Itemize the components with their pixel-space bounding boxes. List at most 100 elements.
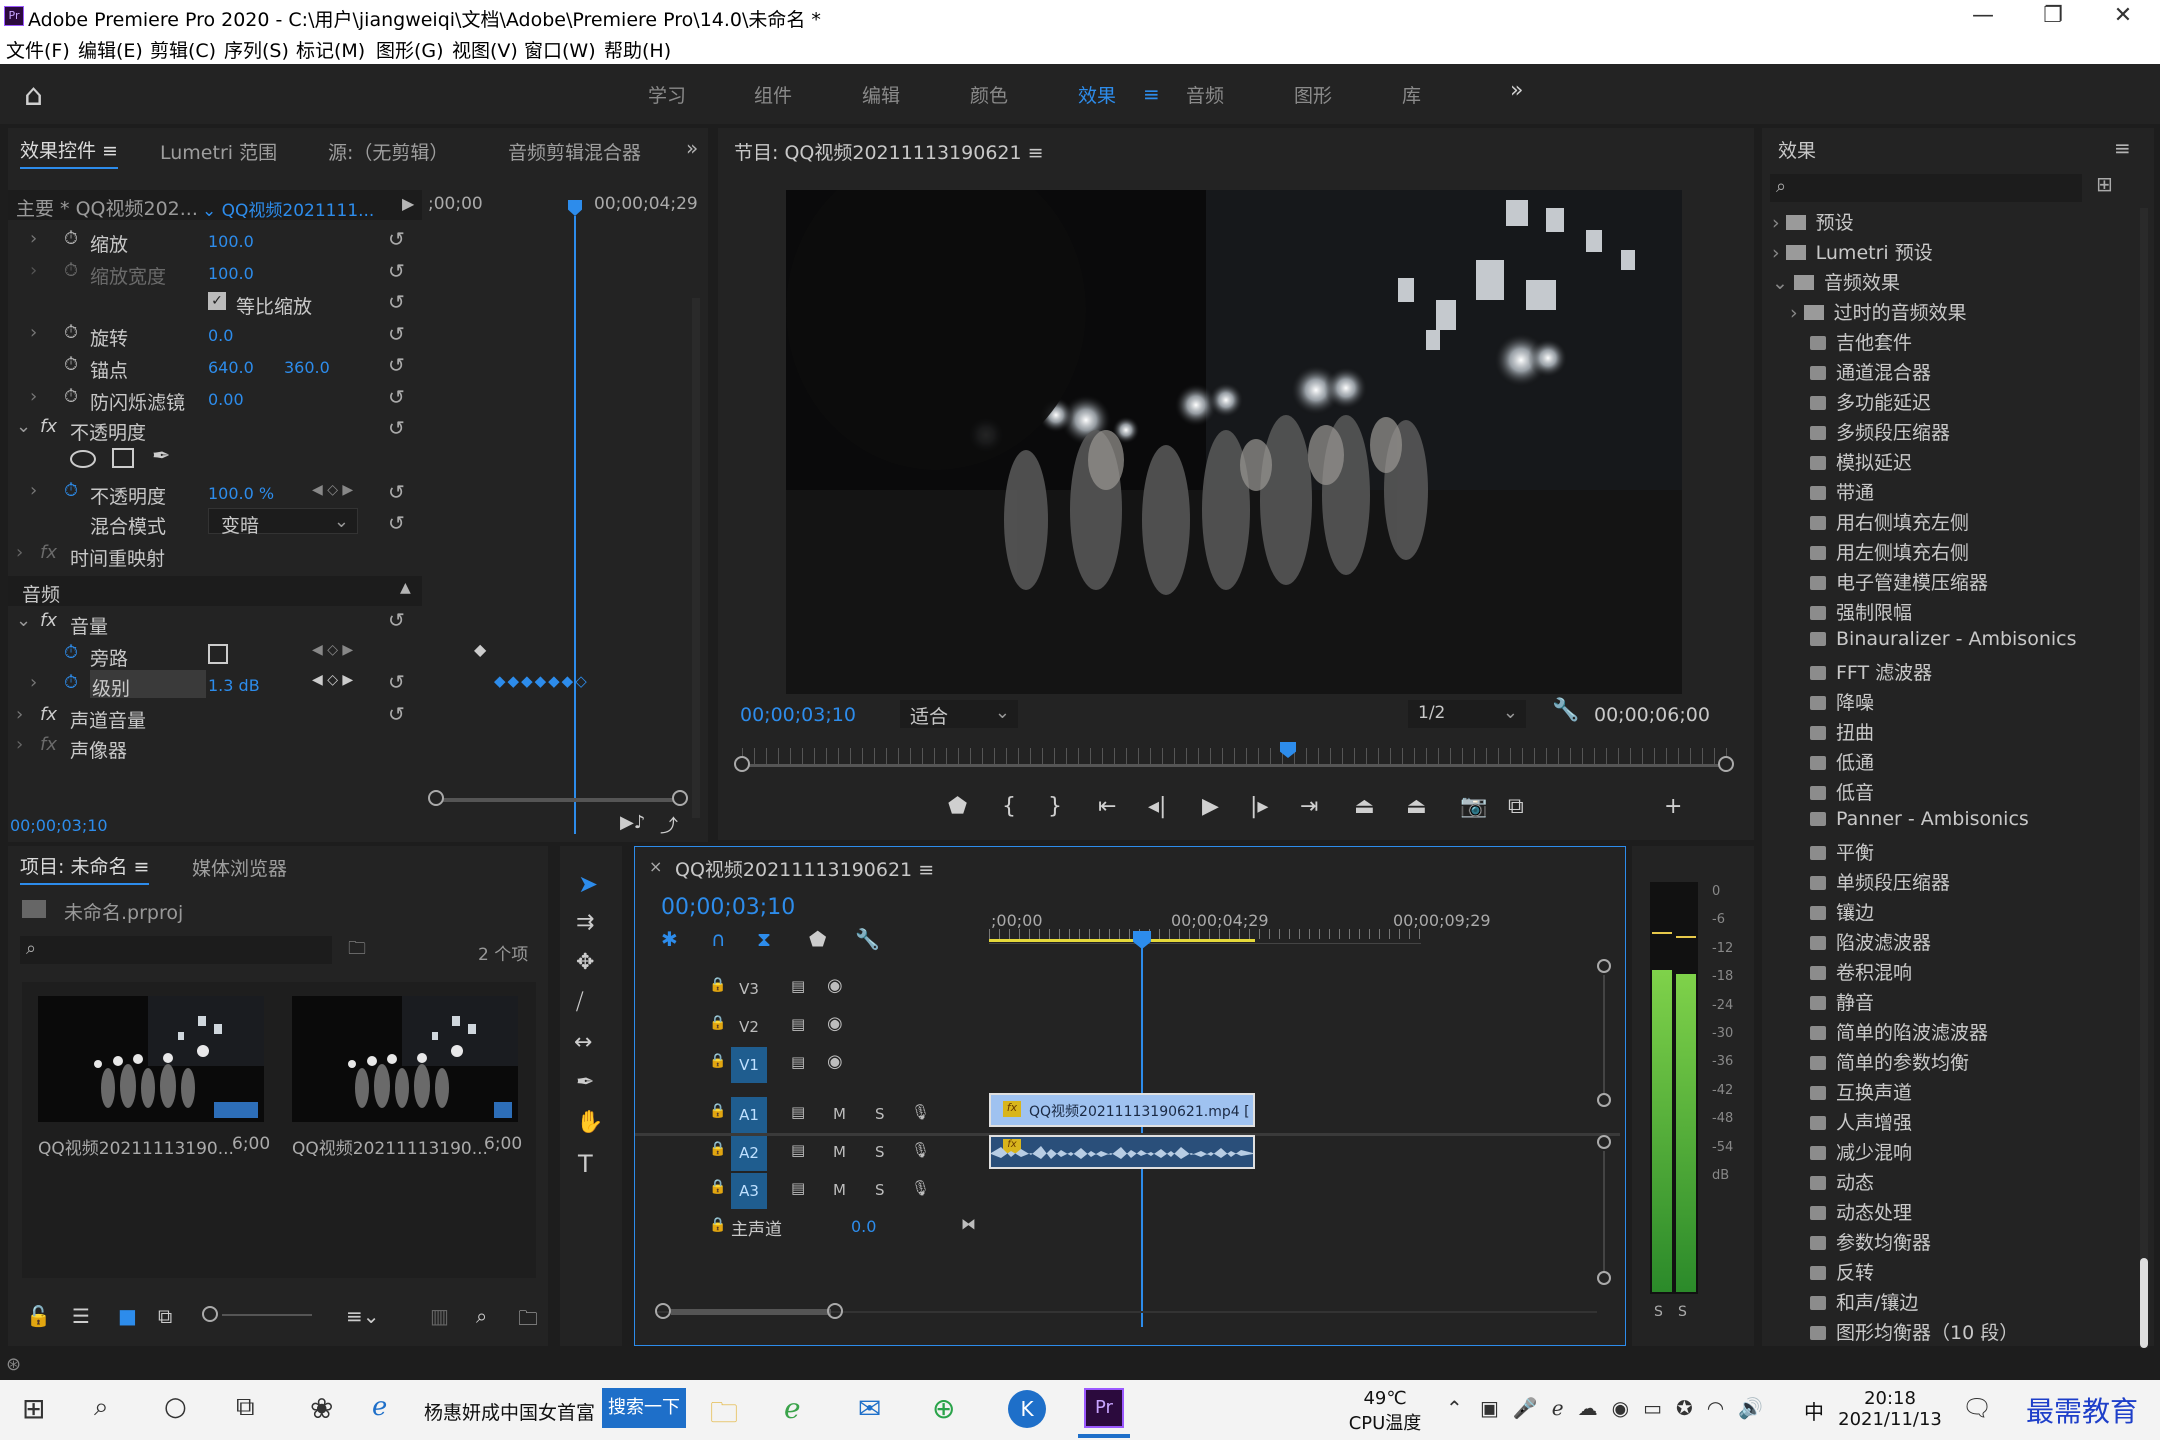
effects-item[interactable]: 通道混合器 [1810, 358, 1931, 385]
sequence-tab[interactable]: QQ视频20211113190621 ≡ [675, 855, 934, 882]
notification-icon[interactable]: 🗨 [1962, 1394, 1992, 1430]
mail-icon[interactable]: ✉ [858, 1392, 881, 1428]
eye-icon[interactable]: ◉ [827, 975, 843, 996]
find-icon[interactable]: 🗀 [348, 936, 366, 966]
collapse-icon[interactable]: ▲ [400, 580, 411, 596]
bypass-checkbox[interactable] [208, 644, 228, 664]
microphone-icon[interactable]: 🎙 [911, 1141, 930, 1159]
menu-item[interactable]: 序列(S) [224, 36, 289, 63]
new-bin-icon[interactable]: ⊞ [2096, 172, 2113, 196]
play-audio-icon[interactable]: ▶♪ [620, 812, 645, 833]
rotation-value[interactable]: 0.0 [208, 326, 233, 345]
clip-thumbnail[interactable] [38, 996, 264, 1122]
scroll-handle[interactable] [1597, 959, 1611, 973]
add-marker-icon[interactable]: ⬟ [948, 794, 967, 819]
stopwatch-icon[interactable]: ⏱ [64, 672, 78, 693]
fit-select[interactable]: 适合 ⌄ [900, 700, 1018, 728]
track-lock-icon[interactable]: 🔒 [709, 1141, 726, 1157]
effects-item[interactable]: 强制限幅 [1810, 598, 1912, 625]
cpu-temp-widget[interactable]: 49℃ CPU温度 [1340, 1388, 1430, 1435]
menu-item[interactable]: 帮助(H) [604, 36, 671, 63]
mark-out-icon[interactable]: } [1048, 794, 1062, 819]
effects-item[interactable]: 减少混响 [1810, 1138, 1912, 1165]
effects-item[interactable]: 卷积混响 [1810, 958, 1912, 985]
scale-value[interactable]: 100.0 [208, 232, 254, 251]
sync-lock-icon[interactable]: ▤ [791, 1053, 805, 1071]
freeform-view-icon[interactable]: ⧉ [158, 1304, 172, 1328]
track-lock-icon[interactable]: 🔒 [709, 1179, 726, 1195]
cortana-icon[interactable]: ○ [164, 1392, 187, 1428]
sync-lock-icon[interactable]: ▤ [791, 1141, 805, 1159]
effects-item[interactable]: 降噪 [1810, 688, 1874, 715]
sync-lock-icon[interactable]: ▤ [791, 1103, 805, 1121]
effects-item[interactable]: 平衡 [1810, 838, 1874, 865]
track-target[interactable]: A1 [731, 1097, 767, 1133]
effects-item[interactable]: 反转 [1810, 1258, 1874, 1285]
effects-item[interactable]: 模拟延迟 [1810, 448, 1912, 475]
effects-scrollbar[interactable] [2140, 1258, 2148, 1348]
pen-mask-icon[interactable]: ✒ [152, 444, 170, 469]
search-news-text[interactable]: 杨惠妍成中国女首富 [424, 1398, 595, 1434]
sync-lock-icon[interactable]: ▤ [791, 1015, 805, 1033]
scroll-handle[interactable] [1718, 756, 1734, 772]
keyframe-nav-icon[interactable]: ◀ ◇ ▶ [312, 672, 353, 688]
add-marker-icon[interactable]: ⬟ [809, 927, 826, 951]
fx-icon[interactable]: fx [40, 704, 57, 725]
track-target[interactable]: A2 [731, 1135, 767, 1171]
sync-lock-icon[interactable]: ▤ [791, 977, 805, 995]
mute-button[interactable]: M [833, 1105, 846, 1123]
disclosure-icon[interactable]: ⌄ [1772, 272, 1794, 294]
export-icon[interactable]: ⤴ [660, 812, 678, 838]
scroll-handle[interactable] [1597, 1135, 1611, 1149]
ellipse-mask-icon[interactable] [70, 450, 96, 468]
effects-item[interactable]: 单频段压缩器 [1810, 868, 1950, 895]
track-target[interactable]: A3 [731, 1173, 767, 1209]
pen-tool-icon[interactable]: ✒ [576, 1070, 594, 1095]
workspace-tab[interactable]: 组件 [754, 81, 792, 108]
reset-icon[interactable]: ↺ [388, 224, 405, 256]
menu-item[interactable]: 图形(G) [376, 36, 444, 63]
type-tool-icon[interactable]: T [578, 1150, 593, 1178]
menu-item[interactable]: 标记(M) [296, 36, 365, 63]
zoom-slider[interactable] [222, 1314, 312, 1316]
mark-in-icon[interactable]: { [1002, 794, 1016, 819]
effects-folder[interactable]: › 过时的音频效果 [1790, 298, 1967, 325]
effects-item[interactable]: Binauralizer - Ambisonics [1810, 628, 2077, 650]
effects-item[interactable]: 简单的参数均衡 [1810, 1048, 1969, 1075]
stopwatch-icon[interactable]: ⏱ [64, 642, 78, 663]
effects-item[interactable]: 电子管建模压缩器 [1810, 568, 1988, 595]
mute-button[interactable]: M [833, 1143, 846, 1161]
tab-source[interactable]: 源:（无剪辑） [328, 138, 448, 165]
new-bin-icon[interactable]: 🗀 [518, 1304, 538, 1338]
effects-folder[interactable]: ⌄ 音频效果 [1772, 268, 1900, 295]
stopwatch-icon[interactable]: ⏱ [64, 322, 78, 343]
effects-item[interactable]: 参数均衡器 [1810, 1228, 1931, 1255]
go-to-in-icon[interactable]: ⇤ [1098, 794, 1116, 819]
effects-item[interactable]: 低音 [1810, 778, 1874, 805]
settings-wrench-icon[interactable]: 🔧 [855, 927, 880, 951]
icon-view-icon[interactable]: ■ [118, 1304, 137, 1328]
workspace-tab[interactable]: 颜色 [970, 81, 1008, 108]
master-clip-label[interactable]: 主要 * QQ视频202... [16, 194, 198, 221]
more-workspaces-icon[interactable]: » [1510, 78, 1523, 103]
anchor-y-value[interactable]: 360.0 [284, 358, 330, 377]
anti-flicker-value[interactable]: 0.00 [208, 390, 244, 409]
video-clip[interactable]: fx QQ视频20211113190621.mp4 [V] [989, 1093, 1255, 1127]
list-view-icon[interactable]: ☰ [72, 1304, 90, 1328]
anchor-x-value[interactable]: 640.0 [208, 358, 254, 377]
reset-icon[interactable]: ↺ [388, 702, 405, 726]
sequence-clip-label[interactable]: ⌄ QQ视频2021111... [202, 196, 374, 221]
ime-indicator[interactable]: 中 [1804, 1396, 1824, 1432]
workspace-tab[interactable]: 学习 [648, 81, 686, 108]
wrench-icon[interactable]: 🔧 [1552, 698, 1579, 723]
reset-icon[interactable]: ↺ [388, 287, 405, 319]
minimize-button[interactable]: — [1950, 0, 2016, 34]
search-icon[interactable]: ⌕ [476, 1304, 487, 1328]
go-to-out-icon[interactable]: ⇥ [1300, 794, 1318, 819]
panel-menu-icon[interactable]: ≡ [2114, 136, 2131, 160]
selection-tool-icon[interactable]: ➤ [578, 870, 598, 898]
effects-item[interactable]: 陷波滤波器 [1810, 928, 1931, 955]
zoom-slider-handle[interactable] [202, 1306, 218, 1322]
ie-icon[interactable]: ℯ [372, 1392, 387, 1428]
sync-lock-icon[interactable]: ▤ [791, 1179, 805, 1197]
